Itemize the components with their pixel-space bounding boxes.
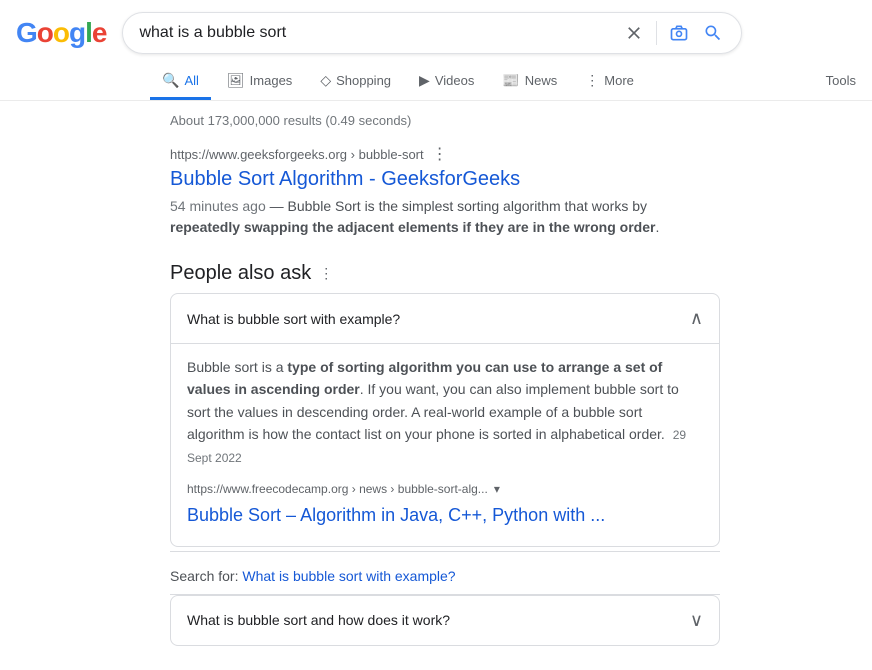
search-bar [122,12,742,54]
result-url-domain: https://www.geeksforgeeks.org [170,147,347,162]
header: Google [0,0,872,54]
logo-letter-o2: o [53,17,69,48]
search-icon [703,23,723,43]
tab-images-label: Images [250,73,293,88]
logo-letter-l: l [85,17,92,48]
tab-more-label: More [604,73,634,88]
shopping-tab-icon: ◇ [320,72,331,89]
tab-all[interactable]: 🔍 All [150,64,211,100]
tools-button[interactable]: Tools [810,65,872,99]
paa-options-icon[interactable]: ⋮ [319,265,333,282]
sub-result-url: https://www.freecodecamp.org › news › bu… [187,480,488,499]
answer-prefix: Bubble sort is a [187,359,287,375]
search-divider [656,21,657,45]
camera-icon [669,23,689,43]
paa-question-1[interactable]: What is bubble sort with example? ∧ [171,294,719,343]
result-title[interactable]: Bubble Sort Algorithm - GeeksforGeeks [170,168,520,190]
sub-result-1: https://www.freecodecamp.org › news › bu… [187,480,703,530]
logo-letter-g2: g [69,17,85,48]
tab-news[interactable]: 📰 News [490,64,569,100]
result-url-path: › bubble-sort [347,147,424,162]
snippet-dash: — [270,198,288,214]
google-logo[interactable]: Google [16,17,106,49]
tab-videos[interactable]: ▶ Videos [407,64,486,100]
tab-shopping-label: Shopping [336,73,391,88]
sub-result-path: › news › bubble-sort-alg... [348,482,487,496]
sub-result-dropdown-icon[interactable]: ▾ [494,480,500,499]
videos-tab-icon: ▶ [419,72,430,89]
result-stats: About 173,000,000 results (0.49 seconds) [170,113,720,128]
paa-question-text-2: What is bubble sort and how does it work… [187,612,450,628]
paa-item-1: What is bubble sort with example? ∧ Bubb… [170,293,720,547]
tab-shopping[interactable]: ◇ Shopping [308,64,403,100]
logo-letter-g: G [16,17,37,48]
images-tab-icon: 🖼 [227,72,245,89]
people-also-ask-section: People also ask ⋮ What is bubble sort wi… [170,262,720,646]
sub-result-domain: https://www.freecodecamp.org [187,482,348,496]
result-url: https://www.geeksforgeeks.org › bubble-s… [170,147,424,162]
search-for-link[interactable]: What is bubble sort with example? [242,568,455,584]
paa-answer-1: Bubble sort is a type of sorting algorit… [171,343,719,546]
search-actions [622,21,725,45]
paa-chevron-up-icon: ∧ [690,308,703,329]
sub-result-title[interactable]: Bubble Sort – Algorithm in Java, C++, Py… [187,505,605,525]
search-input[interactable] [139,24,614,42]
paa-question-text-1: What is bubble sort with example? [187,311,400,327]
main-content: About 173,000,000 results (0.49 seconds)… [0,101,720,646]
clear-button[interactable] [622,21,646,45]
paa-title: People also ask [170,262,311,285]
result-url-row: https://www.geeksforgeeks.org › bubble-s… [170,144,720,164]
logo-letter-e: e [92,17,107,48]
tab-more[interactable]: ⋮ More [573,64,646,100]
snippet-prefix: Bubble Sort is the simplest sorting algo… [288,198,648,214]
clear-icon [624,23,644,43]
paa-chevron-down-icon: ∨ [690,610,703,631]
news-tab-icon: 📰 [502,72,519,89]
snippet-suffix: . [655,219,659,235]
search-button[interactable] [701,21,725,45]
search-for-row: Search for: What is bubble sort with exa… [170,551,720,595]
paa-question-2[interactable]: What is bubble sort and how does it work… [171,596,719,645]
paa-header: People also ask ⋮ [170,262,720,285]
tab-all-label: All [184,73,198,88]
snippet-bold: repeatedly swapping the adjacent element… [170,219,655,235]
tab-news-label: News [525,73,558,88]
more-tab-icon: ⋮ [585,72,599,89]
snippet-timestamp: 54 minutes ago [170,198,266,214]
logo-letter-o1: o [37,17,53,48]
sub-result-url-row: https://www.freecodecamp.org › news › bu… [187,480,703,499]
nav-tabs: 🔍 All 🖼 Images ◇ Shopping ▶ Videos 📰 New… [0,58,872,101]
tab-images[interactable]: 🖼 Images [215,64,304,100]
search-for-prefix: Search for: [170,568,242,584]
all-tab-icon: 🔍 [162,72,179,89]
paa-item-2: What is bubble sort and how does it work… [170,595,720,646]
tab-videos-label: Videos [435,73,475,88]
result-snippet: 54 minutes ago — Bubble Sort is the simp… [170,196,720,238]
result-options-icon[interactable]: ⋮ [432,144,448,164]
camera-search-button[interactable] [667,21,691,45]
search-result-1: https://www.geeksforgeeks.org › bubble-s… [170,144,720,238]
